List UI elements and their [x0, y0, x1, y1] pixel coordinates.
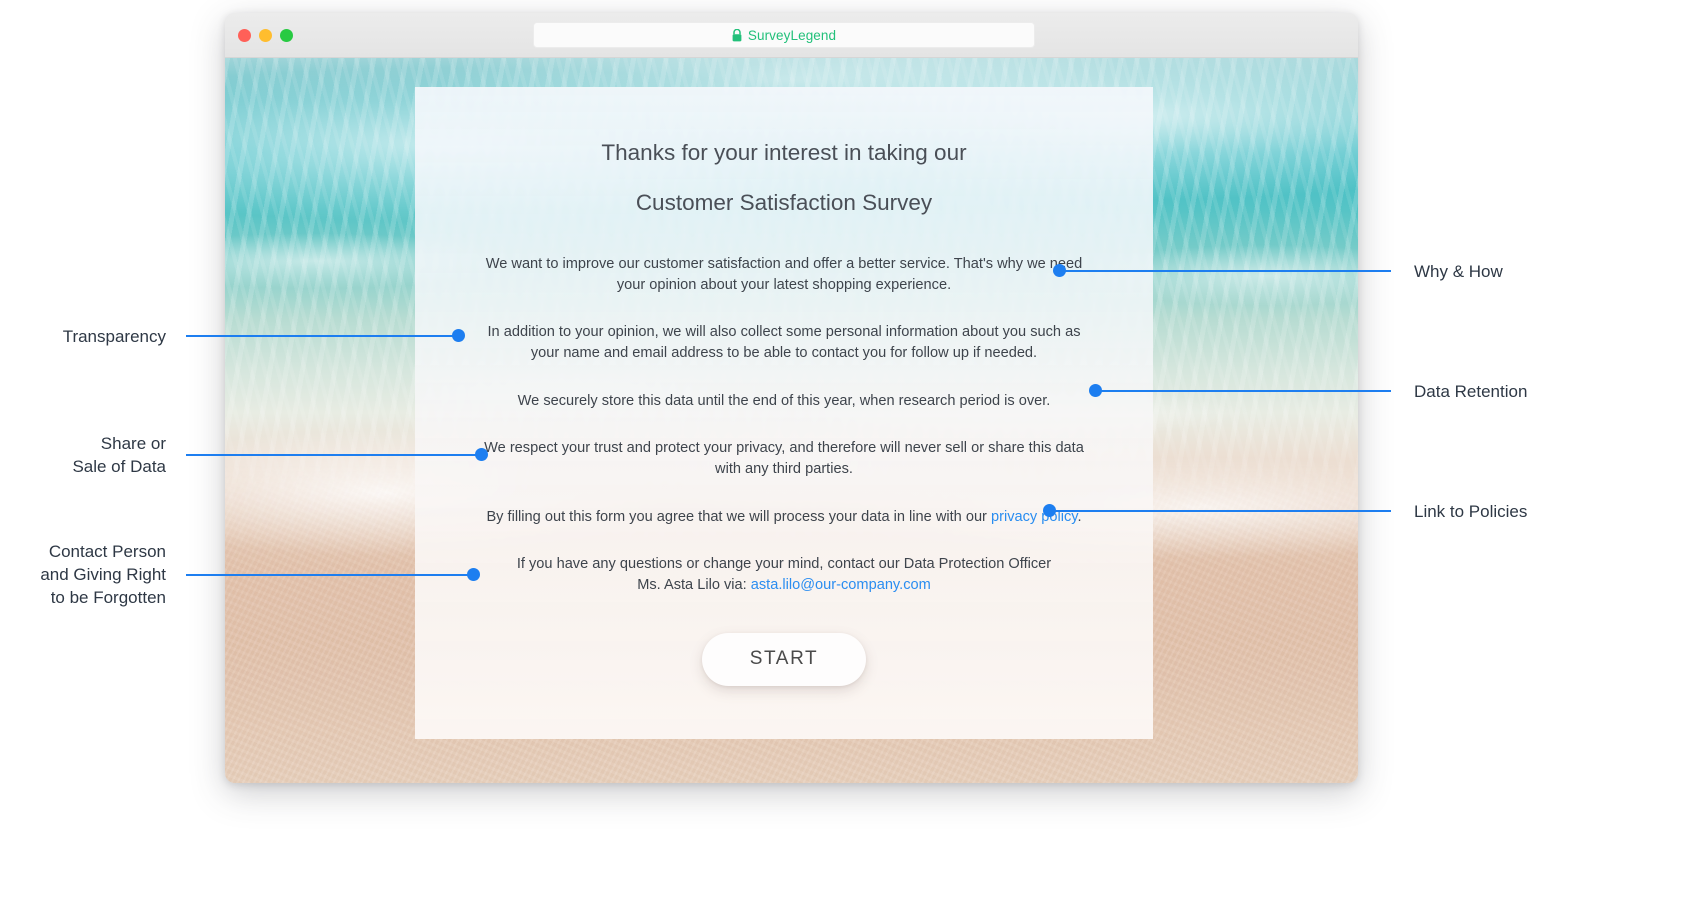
paragraph-why-how: We want to improve our customer satisfac…	[485, 255, 1083, 293]
paragraph-link-to-policies: By filling out this form you agree that …	[455, 507, 1113, 528]
lock-icon	[732, 28, 742, 41]
dpo-email-link[interactable]: asta.lilo@our-company.com	[751, 577, 931, 593]
start-button[interactable]: START	[702, 632, 866, 686]
annotation-label-why-how: Why & How	[1414, 262, 1503, 281]
annotation-label-contact-person: Contact Person and Giving Right to be Fo…	[40, 542, 166, 608]
paragraph-contact-person: If you have any questions or change your…	[455, 554, 1113, 597]
page-viewport: Thanks for your interest in taking our C…	[225, 58, 1358, 783]
address-bar-site-name: SurveyLegend	[747, 27, 837, 43]
contact-text-line-1: If you have any questions or change your…	[516, 555, 1052, 572]
paragraph-transparency: In addition to your opinion, we will als…	[487, 324, 1081, 362]
browser-window: SurveyLegend Thanks for your interest in…	[225, 13, 1358, 783]
start-button-container: START	[455, 632, 1113, 686]
close-window-button[interactable]	[238, 29, 251, 42]
browser-title-bar: SurveyLegend	[225, 13, 1358, 58]
paragraph-data-retention: We securely store this data until the en…	[517, 392, 1051, 409]
contact-text-before: Ms. Asta Lilo via:	[637, 577, 751, 594]
window-controls	[238, 29, 293, 42]
minimize-window-button[interactable]	[259, 29, 272, 42]
address-bar[interactable]: SurveyLegend	[533, 22, 1035, 48]
policy-text-after: .	[1077, 508, 1082, 525]
privacy-policy-link[interactable]: privacy policy	[991, 509, 1078, 525]
annotation-label-share-or-sale: Share or Sale of Data	[72, 434, 166, 477]
paragraph-share-or-sale: We respect your trust and protect your p…	[484, 440, 1084, 478]
screenshot-root: SurveyLegend Thanks for your interest in…	[0, 0, 1700, 900]
annotation-label-transparency: Transparency	[62, 327, 166, 346]
survey-intro-card: Thanks for your interest in taking our C…	[415, 87, 1153, 739]
survey-title-line-2: Customer Satisfaction Survey	[635, 189, 933, 215]
survey-title-line-1: Thanks for your interest in taking our	[601, 140, 967, 165]
annotation-label-link-to-policies: Link to Policies	[1414, 502, 1528, 521]
policy-text-before: By filling out this form you agree that …	[486, 508, 991, 525]
maximize-window-button[interactable]	[280, 29, 293, 42]
survey-body: We want to improve our customer satisfac…	[455, 254, 1113, 597]
annotation-label-data-retention: Data Retention	[1414, 382, 1528, 401]
